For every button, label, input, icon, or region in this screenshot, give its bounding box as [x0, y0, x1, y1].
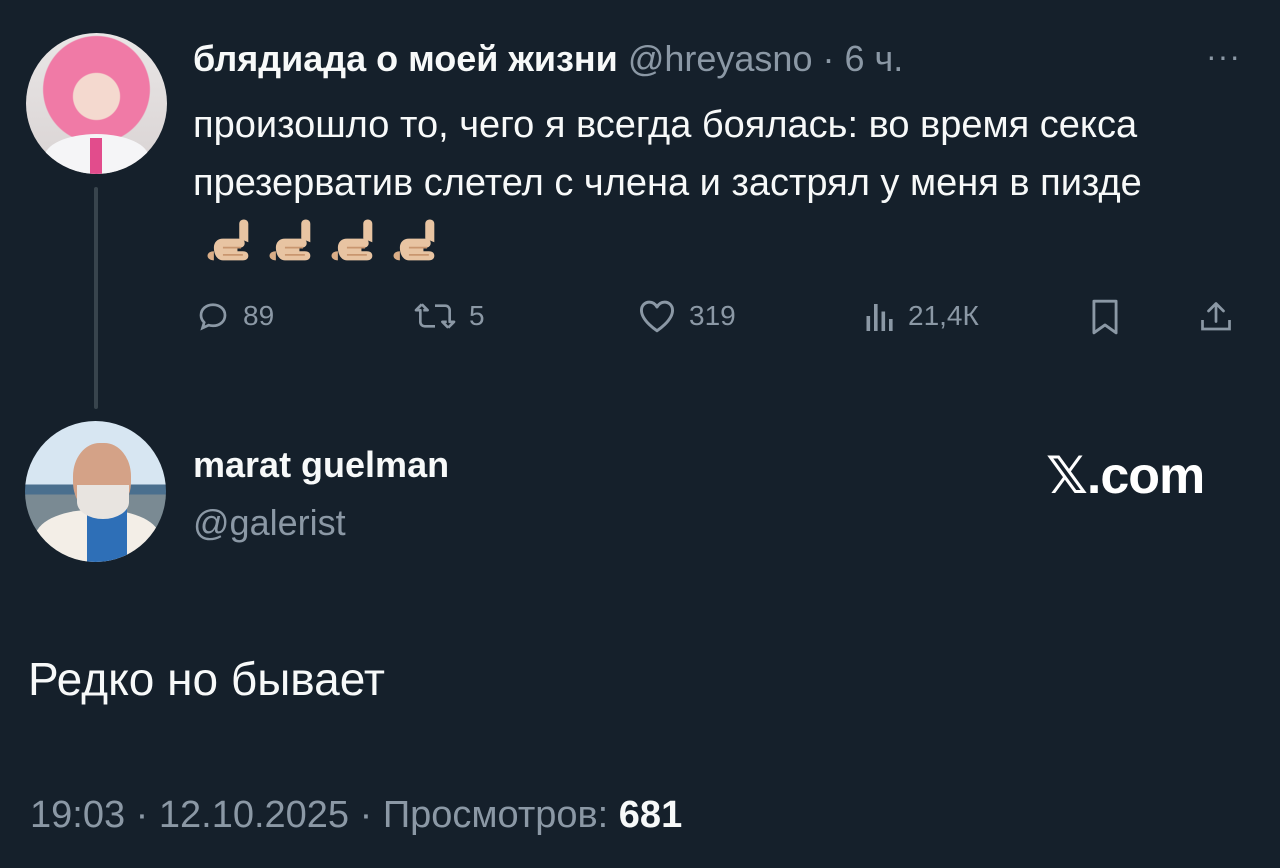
call-me-hand-emoji [331, 219, 373, 261]
separator: · [812, 38, 845, 79]
like-button[interactable]: 319 [637, 298, 736, 334]
author-name[interactable]: marat guelman [193, 444, 449, 486]
author-handle[interactable]: @galerist [193, 502, 346, 544]
reply-count: 89 [243, 300, 275, 331]
views-count: 21,4К [908, 300, 979, 331]
avatar-tie [90, 138, 102, 174]
tweet-text: произошло то, чего я всегда боялась: во … [193, 96, 1253, 273]
bookmark-button[interactable] [1088, 298, 1122, 336]
action-bar: 89 5 319 21,4К [0, 298, 1280, 342]
retweet-icon [414, 303, 456, 329]
retweet-count: 5 [469, 300, 485, 331]
tweet-header: блядиада о моей жизни @hreyasno · 6 ч. [193, 38, 903, 80]
like-icon [639, 300, 675, 333]
call-me-hand-emoji [207, 219, 249, 261]
avatar[interactable] [26, 33, 167, 174]
x-com-watermark: 𝕏.com [1046, 447, 1205, 505]
tweet-footer: 19:03 · 12.10.2025 · Просмотров: 681 [30, 794, 682, 837]
tweet-body: произошло то, чего я всегда боялась: во … [193, 104, 1148, 204]
author-handle[interactable]: @hreyasno [628, 38, 813, 79]
more-icon[interactable]: ··· [1206, 38, 1241, 75]
reply-text: Редко но бывает [28, 653, 385, 705]
call-me-hand-emoji [269, 219, 311, 261]
retweet-button[interactable]: 5 [413, 298, 485, 334]
share-button[interactable] [1198, 298, 1234, 336]
like-count: 319 [689, 300, 736, 331]
timestamp[interactable]: 19:03 · 12.10.2025 · Просмотров: [30, 794, 619, 836]
share-icon [1201, 302, 1231, 331]
avatar[interactable] [25, 421, 166, 562]
author-name[interactable]: блядиада о моей жизни [193, 38, 618, 79]
views-icon [866, 304, 893, 331]
emoji-row [203, 213, 451, 273]
reply-icon [199, 303, 227, 331]
reply-button[interactable]: 89 [195, 298, 274, 334]
call-me-hand-emoji [393, 219, 435, 261]
bookmark-icon [1092, 299, 1118, 335]
tweet-time[interactable]: 6 ч. [844, 38, 903, 79]
views-button[interactable]: 21,4К [864, 298, 979, 334]
avatar-beard [77, 485, 129, 519]
views-total: 681 [618, 794, 683, 836]
